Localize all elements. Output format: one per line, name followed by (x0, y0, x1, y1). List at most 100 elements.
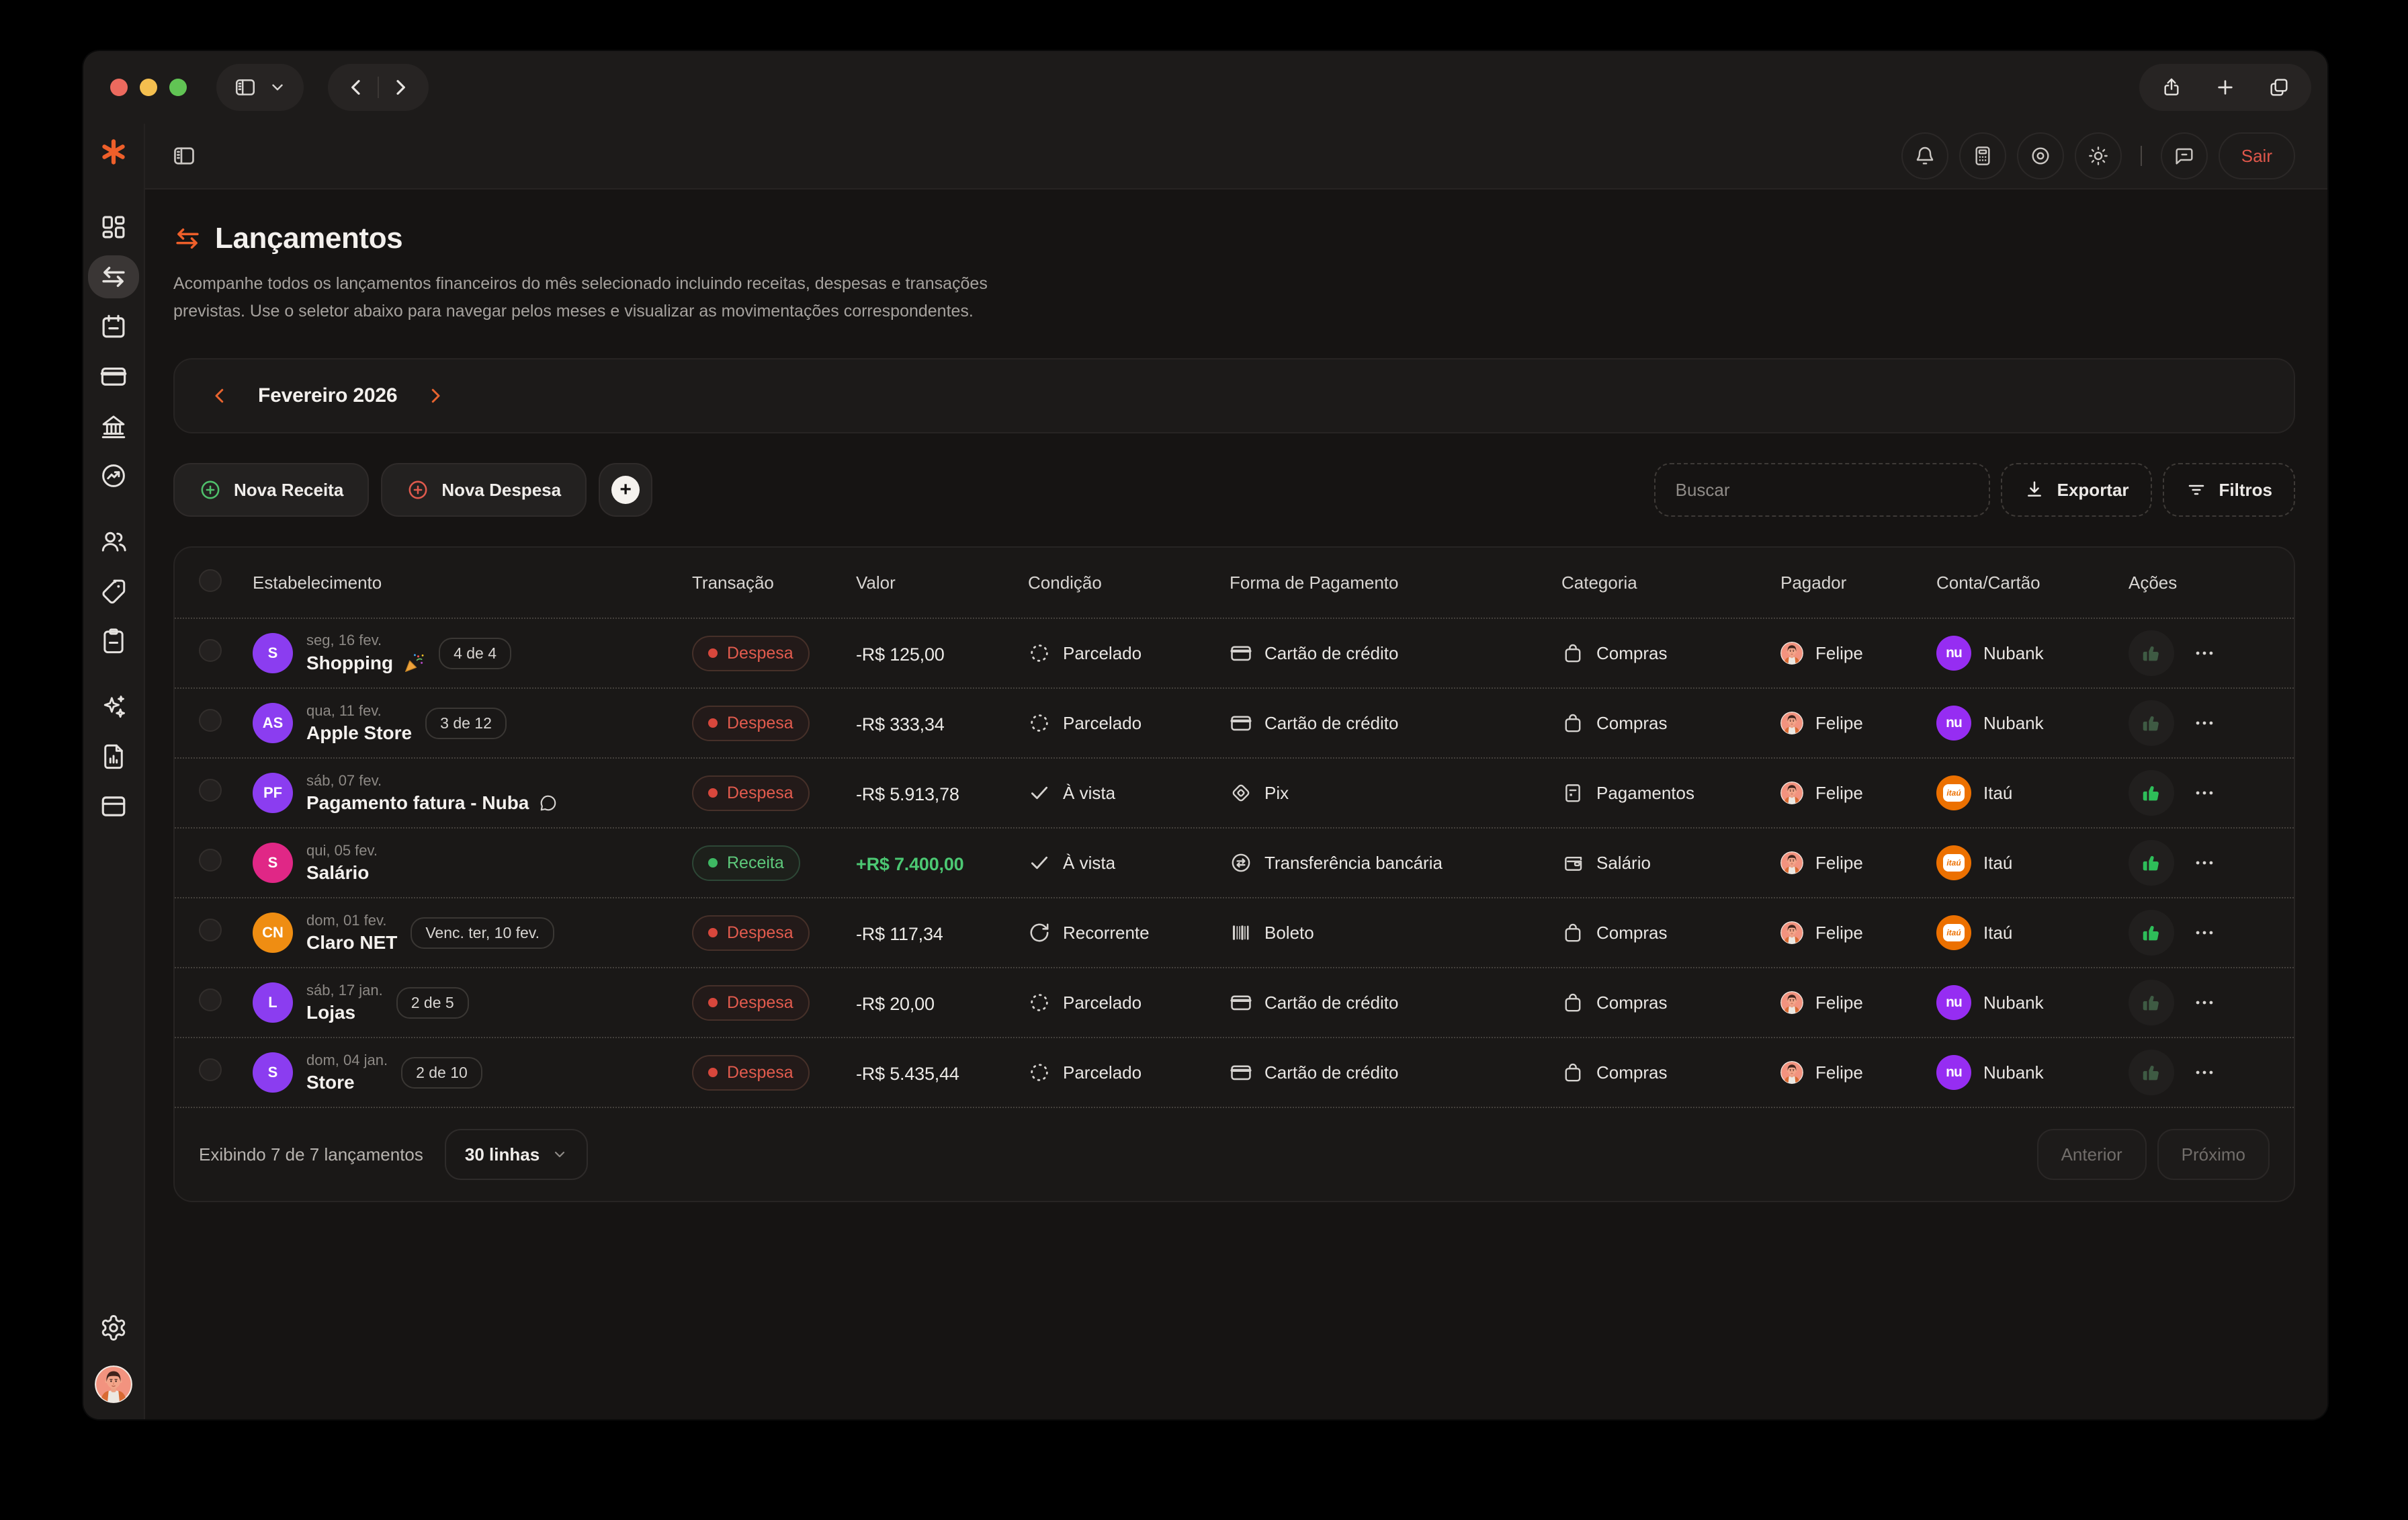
sidebar-item-ai-assistant[interactable] (88, 685, 139, 728)
row-checkbox[interactable] (199, 849, 222, 872)
sidebar-item-settings[interactable] (88, 1306, 139, 1349)
chevron-right-icon (390, 77, 411, 98)
row-checkbox[interactable] (199, 1058, 222, 1081)
more-actions-button[interactable] (2188, 916, 2221, 949)
row-checkbox[interactable] (199, 779, 222, 802)
new-expense-button[interactable]: Nova Despesa (381, 463, 587, 517)
calendar-icon (99, 312, 128, 341)
sidebar-item-cards[interactable] (88, 355, 139, 398)
back-button[interactable] (335, 64, 378, 111)
previous-month-button[interactable] (210, 386, 230, 406)
new-income-button[interactable]: Nova Receita (173, 463, 370, 517)
sidebar-item-dashboard[interactable] (88, 206, 139, 249)
window-sidebar-toggle-button[interactable] (216, 64, 304, 111)
transactions-title-icon (173, 224, 202, 253)
sidebar-item-members[interactable] (88, 520, 139, 563)
quick-add-button[interactable]: + (599, 463, 653, 517)
sidebar-item-performance[interactable] (88, 454, 139, 497)
forward-button[interactable] (379, 64, 422, 111)
table-header-row: Estabelecimento Transação Valor Condição… (175, 548, 2294, 618)
confirm-transaction-button[interactable] (2128, 700, 2174, 746)
table-row[interactable]: S seg, 16 fev. Shopping 4 de 4 Despesa -… (175, 618, 2294, 687)
bell-icon (1914, 145, 1936, 167)
more-actions-button[interactable] (2188, 636, 2221, 670)
more-actions-button[interactable] (2188, 986, 2221, 1019)
sidebar-item-browser[interactable] (88, 785, 139, 828)
export-button[interactable]: Exportar (2000, 463, 2152, 517)
itau-logo-text: itaú (1943, 924, 1965, 941)
new-expense-label: Nova Despesa (441, 479, 562, 500)
table-row[interactable]: AS qua, 11 fev. Apple Store 3 de 12 Desp… (175, 687, 2294, 757)
merchant-avatar: S (253, 1052, 293, 1093)
confirm-transaction-button[interactable] (2128, 770, 2174, 816)
type-badge: Despesa (692, 775, 810, 811)
previous-page-button[interactable]: Anterior (2036, 1129, 2147, 1180)
ellipsis-icon (2193, 782, 2216, 804)
sidebar-item-transactions[interactable] (88, 255, 139, 298)
table-row[interactable]: L sáb, 17 jan. Lojas 2 de 5 Despesa -R$ … (175, 967, 2294, 1037)
confirm-transaction-button[interactable] (2128, 840, 2174, 886)
condition-label: Parcelado (1063, 642, 1142, 663)
user-avatar (95, 1365, 132, 1403)
next-month-button[interactable] (425, 386, 445, 406)
profile-avatar-button[interactable] (95, 1365, 132, 1403)
circle-plus-icon (408, 480, 427, 499)
users-icon (99, 527, 128, 556)
notifications-button[interactable] (1901, 132, 1948, 179)
search-input[interactable] (1653, 463, 1990, 517)
more-actions-button[interactable] (2188, 776, 2221, 810)
sidebar-nav (88, 199, 139, 828)
calculator-button[interactable] (1959, 132, 2006, 179)
sidebar-item-planner[interactable] (88, 620, 139, 663)
transaction-date: sáb, 17 jan. (306, 982, 383, 999)
share-button[interactable] (2161, 77, 2182, 98)
select-all-checkbox[interactable] (199, 568, 222, 592)
table-row[interactable]: CN dom, 01 fev. Claro NET Venc. ter, 10 … (175, 897, 2294, 967)
pix-icon (1230, 782, 1252, 804)
visibility-button[interactable] (2016, 132, 2064, 179)
more-actions-button[interactable] (2188, 846, 2221, 880)
sidebar-item-bank-accounts[interactable] (88, 405, 139, 448)
payer-avatar (1780, 712, 1803, 734)
share-icon (2161, 77, 2182, 98)
rows-per-page-select[interactable]: 30 linhas (444, 1129, 589, 1180)
condition-label: Parcelado (1063, 1062, 1142, 1083)
transaction-date: qui, 05 fev. (306, 842, 378, 859)
installments-icon (1028, 1061, 1051, 1084)
traffic-light-close[interactable] (110, 79, 128, 96)
confirm-transaction-button[interactable] (2128, 630, 2174, 676)
sidebar-item-tags[interactable] (88, 570, 139, 613)
payment-method-label: Transferência bancária (1264, 852, 1443, 873)
shopping-bag-icon (1561, 1061, 1584, 1084)
tabs-button[interactable] (2268, 77, 2290, 98)
traffic-light-minimize[interactable] (140, 79, 157, 96)
theme-button[interactable] (2074, 132, 2122, 179)
payer-avatar (1780, 921, 1803, 944)
confirm-transaction-button[interactable] (2128, 980, 2174, 1025)
row-checkbox[interactable] (199, 988, 222, 1011)
confirm-transaction-button[interactable] (2128, 1050, 2174, 1095)
traffic-light-zoom[interactable] (169, 79, 187, 96)
logout-button[interactable]: Sair (2218, 132, 2295, 179)
comment-icon[interactable] (538, 793, 558, 813)
new-tab-button[interactable] (2214, 77, 2236, 98)
sidebar-item-reports[interactable] (88, 735, 139, 778)
content-sidebar-toggle-button[interactable] (172, 144, 196, 168)
more-actions-button[interactable] (2188, 706, 2221, 740)
ellipsis-icon (2193, 712, 2216, 734)
more-actions-button[interactable] (2188, 1056, 2221, 1089)
table-row[interactable]: S dom, 04 jan. Store 2 de 10 Despesa -R$… (175, 1037, 2294, 1107)
row-checkbox[interactable] (199, 639, 222, 662)
next-page-button[interactable]: Próximo (2157, 1129, 2270, 1180)
row-checkbox[interactable] (199, 919, 222, 941)
filters-button[interactable]: Filtros (2162, 463, 2295, 517)
sidebar-item-calendar[interactable] (88, 305, 139, 348)
thumbs-up-icon (2141, 1062, 2162, 1083)
account-label: Nubank (1983, 712, 2044, 733)
row-checkbox[interactable] (199, 709, 222, 732)
table-row[interactable]: PF sáb, 07 fev. Pagamento fatura - Nuba … (175, 757, 2294, 827)
merchant-name: Salário (306, 862, 370, 883)
feedback-button[interactable] (2160, 132, 2208, 179)
table-row[interactable]: S qui, 05 fev. Salário Receita +R$ 7.400… (175, 827, 2294, 897)
confirm-transaction-button[interactable] (2128, 910, 2174, 956)
